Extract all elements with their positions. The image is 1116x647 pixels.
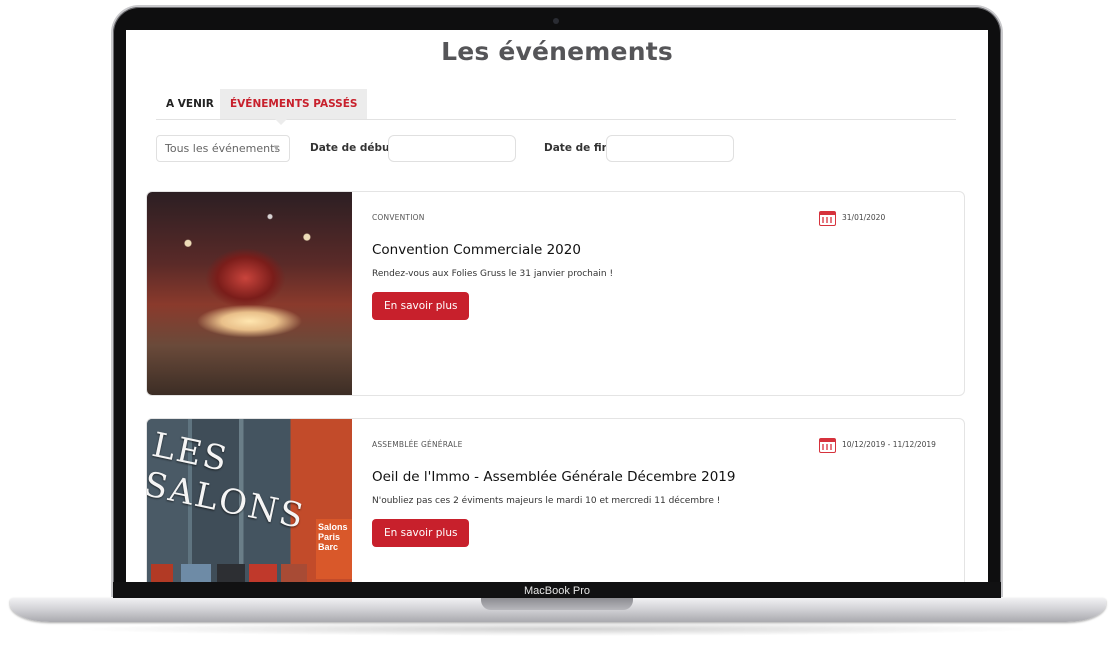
salons-poster: Salons Paris Barc: [316, 519, 352, 579]
poster: [151, 564, 173, 582]
event-image-circus: [147, 192, 352, 395]
calendar-icon: [819, 437, 836, 453]
poster: [181, 564, 211, 582]
event-date: 10/12/2019 - 11/12/2019: [819, 436, 936, 454]
event-title[interactable]: Convention Commerciale 2020: [372, 242, 581, 258]
end-date-input[interactable]: [606, 135, 734, 162]
poster: [217, 564, 245, 582]
event-category: ASSEMBLÉE GÉNÉRALE: [372, 440, 463, 449]
event-date-text: 10/12/2019 - 11/12/2019: [842, 440, 936, 449]
laptop-notch: [481, 598, 633, 610]
event-card: CONVENTION 31/01/2020 Convention Commerc…: [146, 191, 965, 396]
start-date-label: Date de début: [310, 142, 395, 154]
event-image-salons: LES SALONS Salons Paris Barc: [147, 419, 352, 582]
laptop-shadow: [70, 622, 1046, 636]
event-description: N'oubliez pas ces 2 éviments majeurs le …: [372, 496, 721, 506]
event-description: Rendez-vous aux Folies Gruss le 31 janvi…: [372, 269, 614, 279]
chevron-down-icon: ▼: [273, 144, 279, 152]
browser-screen: Les événements A VENIR ÉVÉNEMENTS PASSÉS…: [126, 30, 988, 582]
tab-upcoming[interactable]: A VENIR: [156, 89, 224, 119]
event-title[interactable]: Oeil de l'Immo - Assemblée Générale Déce…: [372, 469, 736, 485]
event-type-select-value: Tous les événements: [165, 142, 281, 155]
event-type-select[interactable]: Tous les événements ▼: [156, 135, 290, 162]
read-more-button[interactable]: En savoir plus: [372, 519, 470, 547]
device-model-label: MacBook Pro: [523, 585, 591, 597]
event-date: 31/01/2020: [819, 209, 885, 227]
calendar-icon: [819, 210, 836, 226]
read-more-button[interactable]: En savoir plus: [372, 292, 470, 320]
event-category: CONVENTION: [372, 213, 425, 222]
tab-past-events[interactable]: ÉVÉNEMENTS PASSÉS: [220, 89, 368, 125]
end-date-label: Date de fin: [544, 142, 610, 154]
event-date-text: 31/01/2020: [842, 213, 886, 222]
event-card: LES SALONS Salons Paris Barc ASSEMBLÉE G…: [146, 418, 965, 582]
page-title: Les événements: [441, 37, 673, 66]
event-tabs: A VENIR ÉVÉNEMENTS PASSÉS: [156, 89, 956, 125]
poster: [281, 564, 307, 582]
poster: [249, 564, 277, 582]
camera-icon: [553, 18, 559, 24]
start-date-input[interactable]: [388, 135, 516, 162]
